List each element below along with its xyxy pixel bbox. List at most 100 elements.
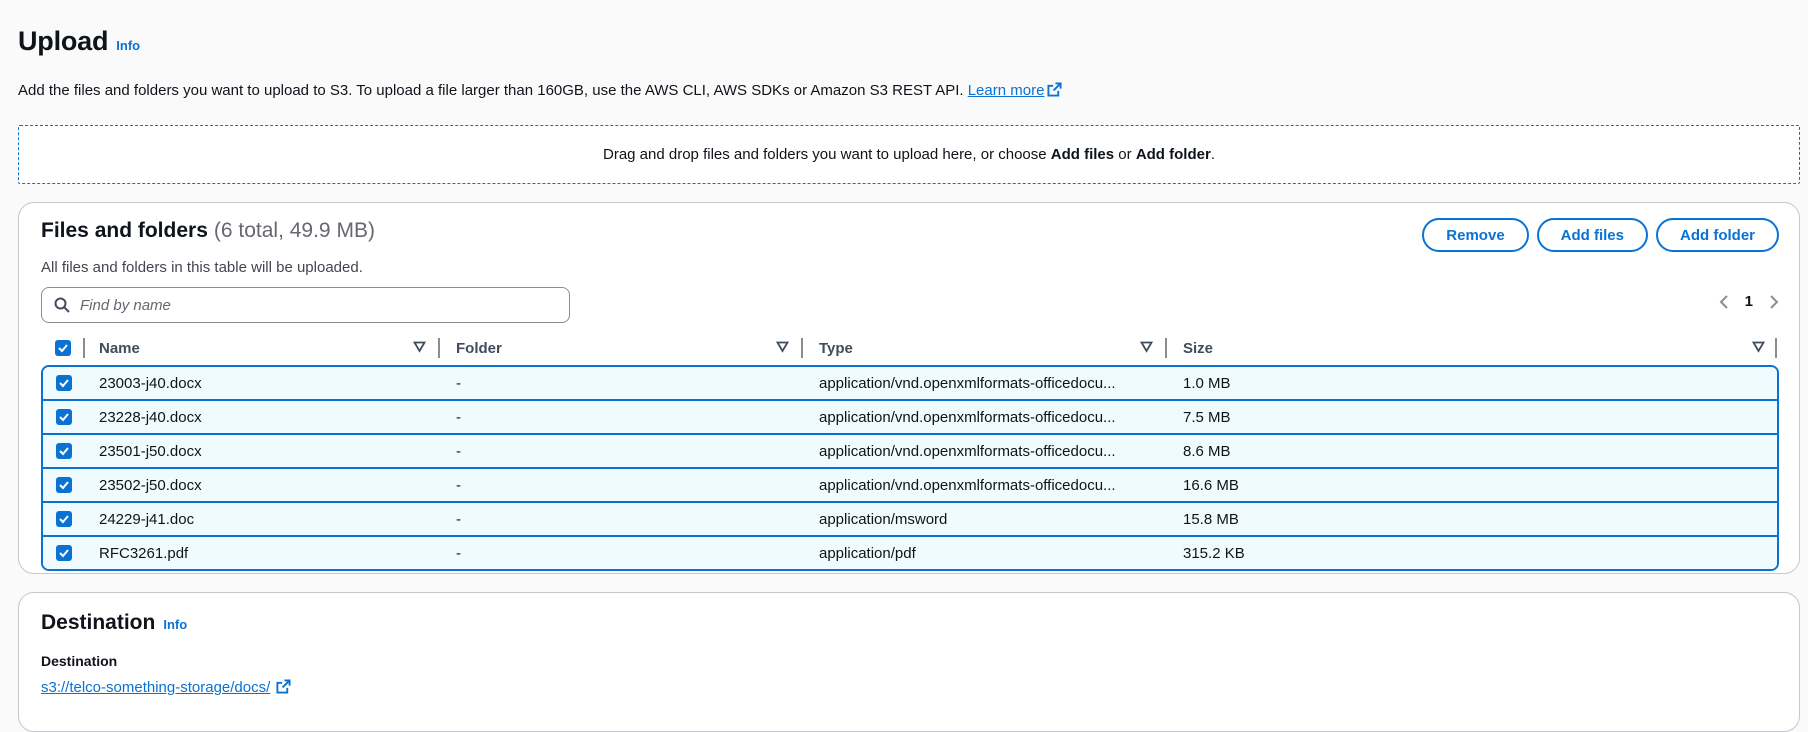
check-icon (59, 413, 69, 422)
row-checkbox[interactable] (56, 545, 72, 561)
row-select-cell (43, 537, 85, 569)
destination-link-text: s3://telco-something-storage/docs/ (41, 679, 271, 696)
description-text: Add the files and folders you want to up… (18, 82, 964, 99)
column-name-label: Name (99, 339, 140, 357)
cell-type: application/vnd.openxmlformats-officedoc… (819, 408, 1116, 426)
external-link-icon (276, 679, 291, 694)
check-icon (59, 481, 69, 490)
table-row[interactable]: RFC3261.pdf - application/pdf 315.2 KB (43, 537, 1777, 569)
check-icon (59, 549, 69, 558)
cell-size: 315.2 KB (1183, 544, 1245, 562)
page-title: Upload (18, 26, 109, 56)
row-select-cell (43, 469, 85, 501)
column-folder-label: Folder (456, 339, 502, 357)
cell-folder: - (456, 476, 461, 494)
learn-more-label: Learn more (967, 82, 1045, 99)
cell-size: 15.8 MB (1183, 510, 1239, 528)
cell-type: application/vnd.openxmlformats-officedoc… (819, 442, 1116, 460)
table-body: 23003-j40.docx - application/vnd.openxml… (41, 365, 1779, 571)
page-header: Upload Info (18, 26, 140, 57)
cell-size: 8.6 MB (1183, 442, 1231, 460)
cell-type: application/vnd.openxmlformats-officedoc… (819, 374, 1116, 392)
table-row[interactable]: 23003-j40.docx - application/vnd.openxml… (43, 367, 1777, 401)
destination-info-link[interactable]: Info (163, 617, 187, 632)
cell-folder: - (456, 510, 461, 528)
learn-more-link[interactable]: Learn more (968, 82, 1063, 99)
add-files-button[interactable]: Add files (1536, 218, 1648, 252)
destination-panel: Destination Info Destination s3://telco-… (18, 592, 1800, 732)
panel-counter: (6 total, 49.9 MB) (213, 219, 375, 242)
chevron-left-icon[interactable] (1719, 294, 1729, 310)
dropzone-or: or (1114, 146, 1136, 163)
cell-name: 23228-j40.docx (99, 408, 202, 426)
cell-folder: - (456, 442, 461, 460)
column-header-folder[interactable]: Folder (440, 333, 803, 363)
row-select-cell (43, 435, 85, 467)
row-checkbox[interactable] (56, 443, 72, 459)
panel-actions: Remove Add files Add folder (1422, 218, 1779, 252)
table-row[interactable]: 24229-j41.doc - application/msword 15.8 … (43, 503, 1777, 537)
add-folder-button[interactable]: Add folder (1656, 218, 1779, 252)
select-all-cell (41, 333, 85, 363)
cell-folder: - (456, 408, 461, 426)
dropzone-period: . (1210, 146, 1215, 163)
table-header: Name Folder Type Size (41, 333, 1779, 363)
destination-link[interactable]: s3://telco-something-storage/docs/ (41, 679, 291, 696)
files-table: Name Folder Type Size 23003-j40.docx - a… (41, 333, 1779, 571)
panel-subtitle: All files and folders in this table will… (41, 259, 363, 276)
panel-header: Files and folders (6 total, 49.9 MB) (41, 219, 375, 243)
cell-name: 24229-j41.doc (99, 510, 195, 528)
cell-size: 1.0 MB (1183, 374, 1231, 392)
cell-folder: - (456, 374, 461, 392)
chevron-right-icon[interactable] (1769, 294, 1779, 310)
column-divider[interactable] (1775, 338, 1777, 358)
search-input[interactable] (80, 296, 520, 314)
row-checkbox[interactable] (56, 477, 72, 493)
row-checkbox[interactable] (56, 511, 72, 527)
row-select-cell (43, 503, 85, 535)
select-all-checkbox[interactable] (55, 340, 71, 356)
files-and-folders-panel: Files and folders (6 total, 49.9 MB) All… (18, 202, 1800, 574)
table-row[interactable]: 23501-j50.docx - application/vnd.openxml… (43, 435, 1777, 469)
column-header-type[interactable]: Type (803, 333, 1167, 363)
sort-caret-icon[interactable] (1140, 341, 1153, 353)
cell-size: 7.5 MB (1183, 408, 1231, 426)
column-header-name[interactable]: Name (85, 333, 440, 363)
drop-zone[interactable]: Drag and drop files and folders you want… (18, 125, 1800, 184)
remove-button[interactable]: Remove (1422, 218, 1529, 252)
column-size-label: Size (1183, 339, 1214, 357)
cell-type: application/vnd.openxmlformats-officedoc… (819, 476, 1116, 494)
table-row[interactable]: 23502-j50.docx - application/vnd.openxml… (43, 469, 1777, 503)
page-number[interactable]: 1 (1745, 293, 1753, 310)
sort-caret-icon[interactable] (413, 341, 426, 353)
dropzone-add-files: Add files (1050, 146, 1115, 163)
check-icon (59, 379, 69, 388)
table-row[interactable]: 23228-j40.docx - application/vnd.openxml… (43, 401, 1777, 435)
cell-name: RFC3261.pdf (99, 544, 189, 562)
row-checkbox[interactable] (56, 375, 72, 391)
dropzone-add-folder: Add folder (1135, 146, 1211, 163)
cell-folder: - (456, 544, 461, 562)
pagination: 1 (1719, 293, 1779, 310)
row-checkbox[interactable] (56, 409, 72, 425)
page-description: Add the files and folders you want to up… (18, 82, 1062, 99)
check-icon (58, 344, 68, 353)
external-link-icon (1047, 82, 1062, 97)
dropzone-text: Drag and drop files and folders you want… (603, 146, 1051, 163)
row-select-cell (43, 367, 85, 399)
sort-caret-icon[interactable] (776, 341, 789, 353)
column-header-size[interactable]: Size (1167, 333, 1779, 363)
cell-name: 23501-j50.docx (99, 442, 202, 460)
check-icon (59, 515, 69, 524)
cell-size: 16.6 MB (1183, 476, 1239, 494)
sort-caret-icon[interactable] (1752, 341, 1765, 353)
cell-name: 23502-j50.docx (99, 476, 202, 494)
info-link[interactable]: Info (116, 38, 140, 53)
check-icon (59, 447, 69, 456)
destination-header: Destination Info (41, 611, 187, 635)
column-type-label: Type (819, 339, 853, 357)
cell-type: application/pdf (819, 544, 916, 562)
row-select-cell (43, 401, 85, 433)
destination-title: Destination (41, 611, 156, 634)
search-icon (54, 297, 70, 313)
